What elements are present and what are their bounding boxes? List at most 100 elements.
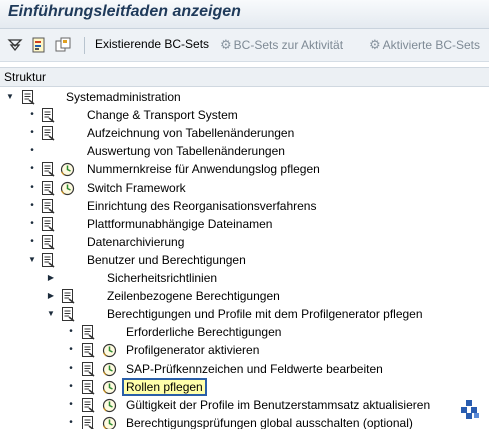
documentation-icon[interactable] (80, 397, 96, 413)
tree-row[interactable]: • Switch Framework (0, 180, 489, 198)
existing-bc-sets-button[interactable]: Existierende BC-Sets (95, 37, 209, 51)
window-title: Einführungsleitfaden anzeigen (8, 3, 241, 20)
documentation-icon[interactable] (80, 379, 96, 395)
tree-node-label[interactable]: Aufzeichnung von Tabellenänderungen (87, 126, 294, 140)
tree-node-label[interactable]: Erforderliche Berechtigungen (126, 325, 281, 339)
tree-node-label[interactable]: Gültigkeit der Profile im Benutzerstamms… (126, 398, 430, 412)
bc-sets-activity-button[interactable]: ⚙ BC-Sets zur Aktivität (220, 37, 343, 53)
tree-node-label[interactable]: Plattformunabhängige Dateinamen (87, 217, 272, 231)
tree-row[interactable]: ▶ Sicherheitsrichtlinien (0, 270, 489, 288)
documentation-icon[interactable] (40, 234, 56, 250)
documentation-icon[interactable] (40, 126, 56, 141)
tree-row[interactable]: • SAP-Prüfkennzeichen und Feldwerte bearb… (0, 361, 489, 379)
tree-node-label[interactable]: Zeilenbezogene Berechtigungen (107, 289, 280, 303)
execute-activity-icon[interactable] (102, 380, 117, 395)
existing-bc-sets-label: Existierende BC-Sets (95, 37, 210, 51)
title-bar: Einführungsleitfaden anzeigen (0, 0, 489, 29)
collapse-node-icon[interactable]: ▼ (46, 309, 56, 319)
tree-row[interactable]: ▼ Berechtigungen und Profile mit dem Prof… (0, 306, 489, 324)
leaf-bullet-icon: • (30, 199, 34, 211)
collapse-node-icon[interactable]: ▼ (5, 92, 15, 102)
leaf-bullet-icon: • (69, 398, 73, 410)
tree-row[interactable]: • Auswertung von Tabellenänderungen (0, 143, 489, 161)
tree-node-label[interactable]: Switch Framework (87, 181, 186, 195)
tree-row[interactable]: • Gültigkeit der Profile im Benutzerstamm… (0, 397, 489, 415)
leaf-bullet-icon: • (69, 362, 73, 374)
network-icon (459, 398, 481, 420)
tree-node-label[interactable]: Berechtigungsprüfungen global ausschalte… (126, 416, 413, 429)
documentation-icon[interactable] (80, 343, 96, 359)
tree-node-label[interactable]: Sicherheitsrichtlinien (107, 271, 217, 285)
tree-node-label[interactable]: Nummernkreise für Anwendungslog pflegen (87, 162, 320, 176)
img-tree: ▼ Systemadministration • Change & Transport… (0, 88, 489, 429)
leaf-bullet-icon: • (69, 380, 73, 392)
execute-activity-icon[interactable] (102, 343, 117, 358)
leaf-bullet-icon: • (69, 416, 73, 428)
tree-row[interactable]: • Change & Transport System (0, 107, 489, 125)
gear-icon: ⚙ (369, 37, 381, 52)
tree-row[interactable]: ▼ Benutzer und Berechtigungen (0, 252, 489, 270)
activated-bc-sets-label: Aktivierte BC-Sets (382, 38, 481, 52)
tree-node-label[interactable]: Benutzer und Berechtigungen (87, 253, 246, 267)
activated-bc-sets-button[interactable]: ⚙ Aktivierte BC-Sets (369, 37, 480, 53)
tree-node-label[interactable]: Einrichtung des Reorganisationsverfahren… (87, 199, 316, 213)
documentation-icon[interactable] (60, 289, 76, 304)
structure-button[interactable] (31, 36, 47, 54)
leaf-bullet-icon: • (30, 145, 34, 157)
leaf-bullet-icon: • (30, 127, 34, 139)
documentation-icon[interactable] (80, 415, 96, 429)
tree-row[interactable]: • Plattformunabhängige Dateinamen (0, 216, 489, 234)
collapse-node-icon[interactable]: ▼ (27, 255, 37, 265)
leaf-bullet-icon: • (30, 163, 34, 175)
documentation-icon[interactable] (40, 108, 56, 123)
documentation-icon[interactable] (40, 252, 56, 268)
copy-button[interactable] (55, 36, 71, 54)
expand-node-icon[interactable]: ▶ (46, 273, 56, 283)
tree-row[interactable]: • Nummernkreise für Anwendungslog pflegen (0, 161, 489, 179)
execute-activity-icon[interactable] (102, 362, 117, 377)
leaf-bullet-icon: • (69, 344, 73, 356)
execute-activity-icon[interactable] (102, 398, 117, 413)
tree-node-label[interactable]: Auswertung von Tabellenänderungen (87, 144, 285, 158)
tree-row[interactable]: • Berechtigungsprüfungen global ausschalt… (0, 415, 489, 429)
leaf-bullet-icon: • (30, 217, 34, 229)
filter-icon (7, 37, 23, 53)
tree-node-label[interactable]: Datenarchivierung (87, 235, 184, 249)
tree-node-label[interactable]: Berechtigungen und Profile mit dem Profi… (107, 307, 423, 321)
documentation-icon[interactable] (60, 307, 76, 322)
tree-node-label-selected[interactable]: Rollen pflegen (122, 377, 207, 396)
tree-row[interactable]: • Aufzeichnung von Tabellenänderungen (0, 125, 489, 143)
execute-activity-icon[interactable] (102, 416, 117, 429)
application-toolbar: Existierende BC-Sets ⚙ BC-Sets zur Aktiv… (0, 29, 489, 62)
tree-row[interactable]: • Erforderliche Berechtigungen (0, 324, 489, 342)
structure-icon (31, 37, 47, 53)
tree-node-label[interactable]: Profilgenerator aktivieren (126, 343, 259, 357)
execute-activity-icon[interactable] (60, 162, 75, 177)
documentation-icon[interactable] (40, 198, 56, 214)
documentation-icon[interactable] (80, 361, 96, 377)
tree-node-label[interactable]: Systemadministration (66, 90, 181, 104)
tree-node-label[interactable]: SAP-Prüfkennzeichen und Feldwerte bearbe… (126, 362, 383, 376)
tree-row[interactable]: • Datenarchivierung (0, 234, 489, 252)
tree-row[interactable]: • Einrichtung des Reorganisationsverfahre… (0, 198, 489, 216)
documentation-icon[interactable] (40, 162, 56, 178)
expand-node-icon[interactable]: ▶ (46, 291, 56, 301)
tree-row[interactable]: ▶ Zeilenbezogene Berechtigungen (0, 288, 489, 306)
documentation-icon[interactable] (40, 216, 56, 232)
tree-row[interactable]: • Rollen pflegen (0, 377, 489, 397)
leaf-bullet-icon: • (30, 235, 34, 247)
leaf-bullet-icon: • (30, 109, 34, 121)
tree-row[interactable]: • Profilgenerator aktivieren (0, 342, 489, 360)
tree-row[interactable]: ▼ Systemadministration (0, 89, 489, 107)
leaf-bullet-icon: • (30, 181, 34, 193)
gear-icon: ⚙ (220, 37, 232, 52)
tree-node-label[interactable]: Change & Transport System (87, 108, 238, 122)
filter-button[interactable] (7, 36, 23, 54)
structure-header-label: Struktur (4, 70, 47, 84)
documentation-icon[interactable] (20, 90, 36, 105)
documentation-icon[interactable] (80, 325, 96, 340)
documentation-icon[interactable] (40, 180, 56, 196)
copy-icon (55, 37, 71, 53)
toolbar-separator (84, 37, 85, 54)
execute-activity-icon[interactable] (60, 181, 75, 196)
